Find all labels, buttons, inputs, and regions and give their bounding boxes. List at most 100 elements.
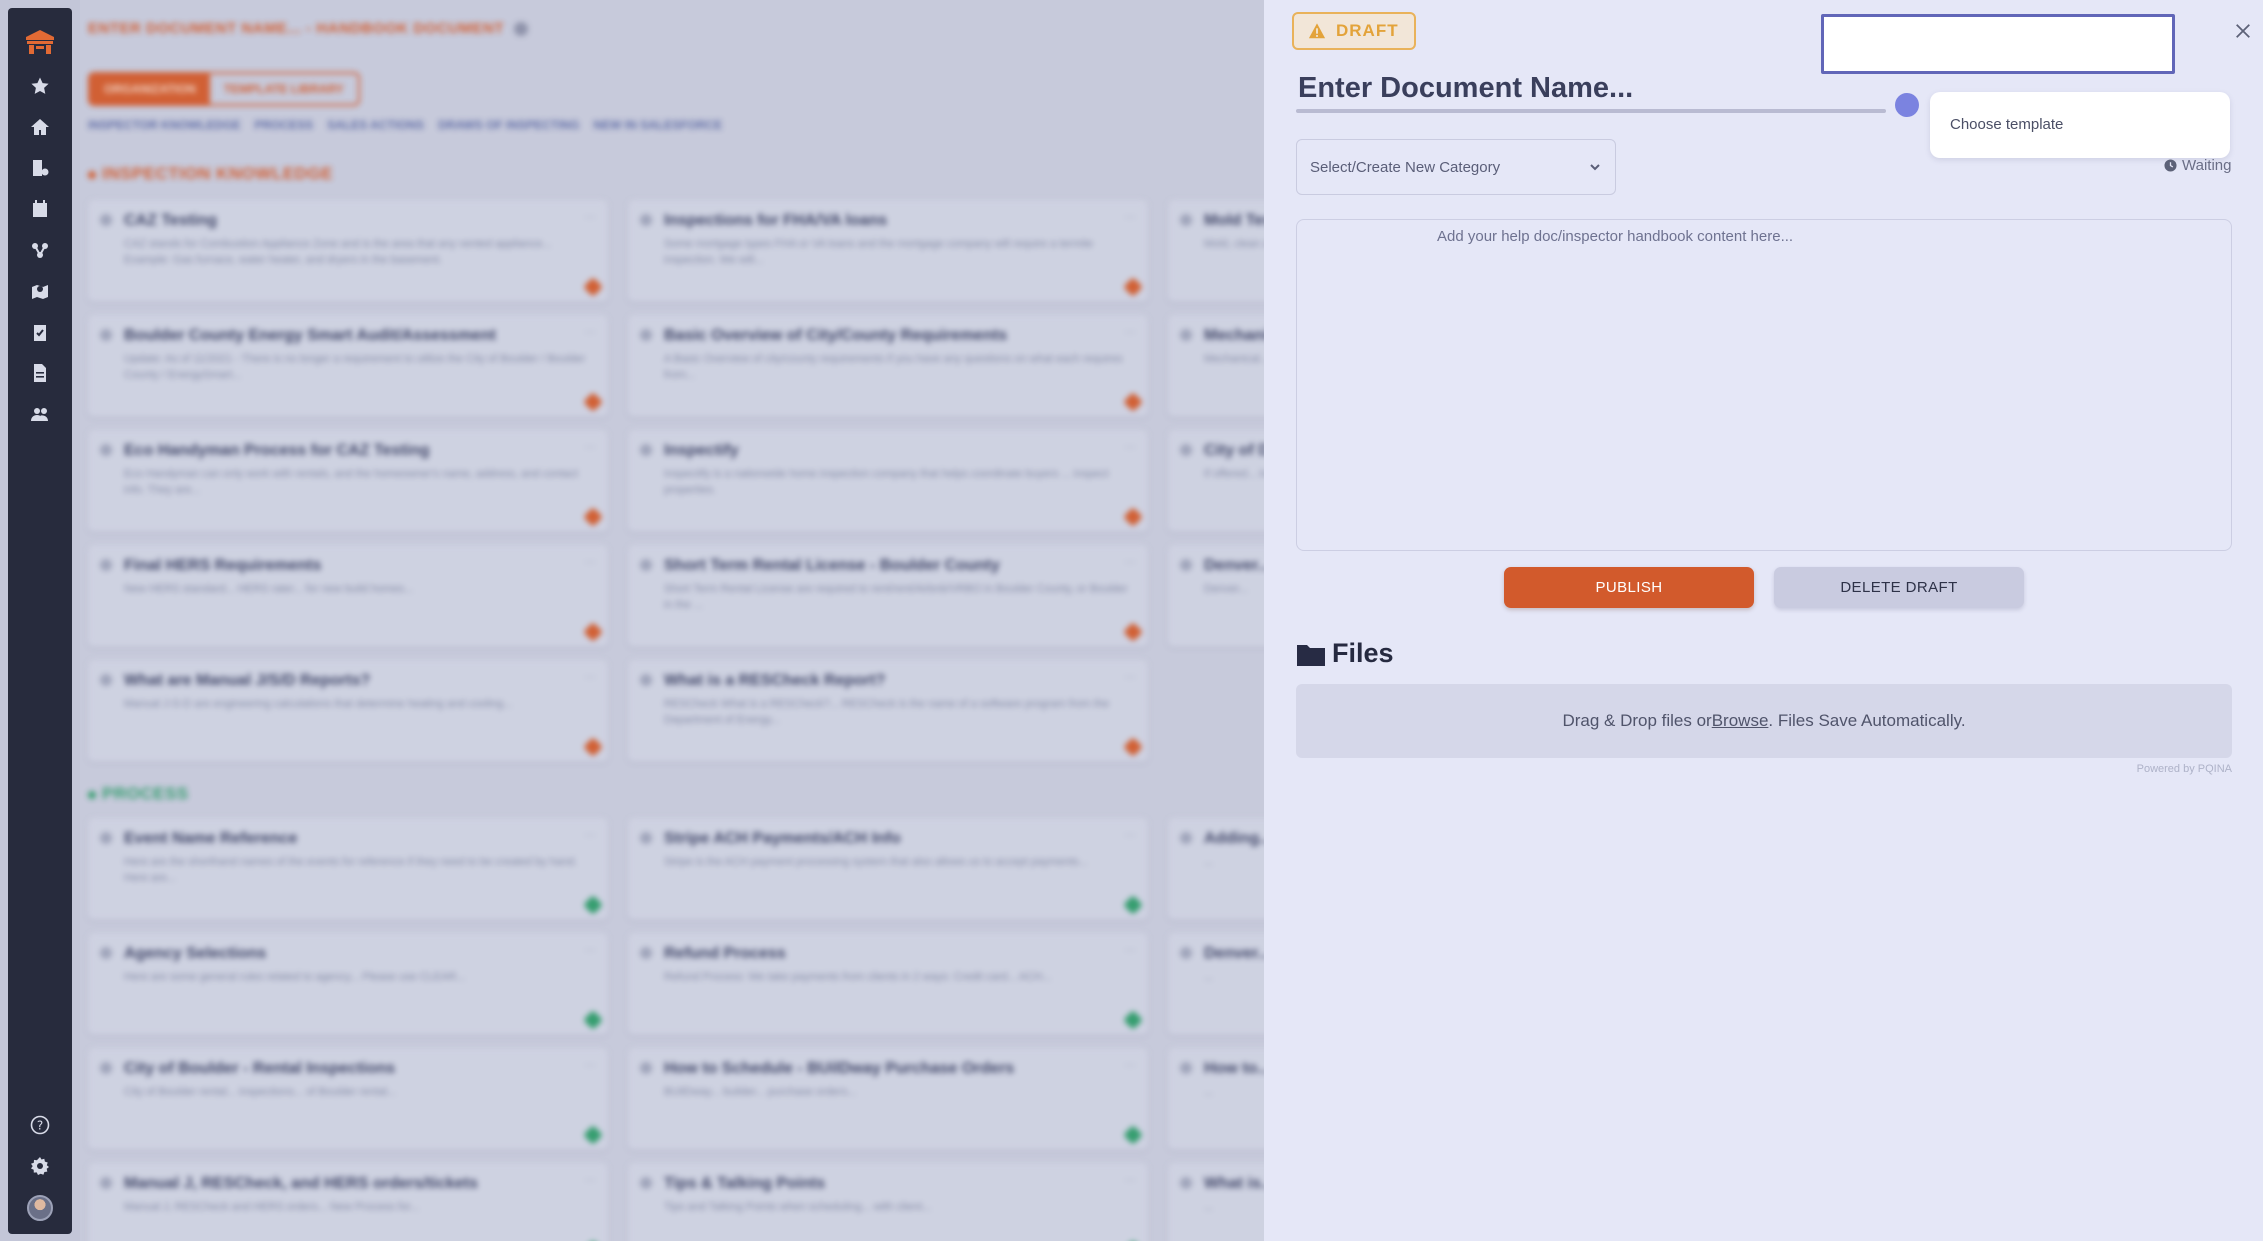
handbook-card: What is... Construction......⋯: [1168, 1163, 1264, 1241]
handbook-card: Inspectify Inspectify is a nationwide hom…: [628, 430, 1148, 532]
template-dropdown-option[interactable]: Choose template: [1930, 92, 2230, 158]
slider-handle[interactable]: [1895, 93, 1919, 117]
card-pin-icon: [1123, 392, 1143, 412]
users-icon[interactable]: [8, 398, 72, 430]
handbook-card: City of Boulder - Rental Inspections City…: [88, 1048, 608, 1150]
handbook-card: What is a RESCheck Report? RESCheck What …: [628, 660, 1148, 762]
card-bullet: [100, 444, 112, 456]
category-select[interactable]: Select/Create New Category: [1296, 139, 1616, 195]
document-name-input[interactable]: Enter Document Name...: [1298, 72, 1898, 105]
files-heading: Files: [1296, 638, 1394, 669]
template-search-field[interactable]: [1824, 17, 2172, 71]
card-bullet: [640, 329, 652, 341]
card-title: What is a RESCheck Report?: [664, 672, 886, 689]
file-dropzone[interactable]: Drag & Drop files or Browse . Files Save…: [1296, 684, 2232, 758]
card-bullet: [1180, 444, 1192, 456]
handbook-card: Adding......⋯: [1168, 818, 1264, 920]
handbook-card: How to......⋯: [1168, 1048, 1264, 1150]
calendar-icon[interactable]: [8, 193, 72, 225]
template-search-input[interactable]: [1821, 14, 2175, 74]
chevron-down-icon: [1590, 164, 1600, 171]
content-editor[interactable]: Add your help doc/inspector handbook con…: [1296, 219, 2232, 551]
handbook-card: Boulder County Energy Smart Audit/Assess…: [88, 315, 608, 417]
handbook-card: Tips & Talking Points Tips and Talking Po…: [628, 1163, 1148, 1241]
status-text: Waiting: [2182, 157, 2232, 174]
clock-icon: [2164, 159, 2177, 172]
gear-icon[interactable]: [8, 1150, 72, 1182]
card-pin-icon: [1123, 277, 1143, 297]
close-icon[interactable]: [2234, 22, 2252, 40]
close-button[interactable]: [2232, 20, 2254, 42]
card-description: Denver...: [1204, 583, 1249, 595]
delete-draft-button[interactable]: DELETE DRAFT: [1774, 567, 2024, 608]
card-bullet: [100, 947, 112, 959]
card-description: Short Term Rental License are required t…: [664, 583, 1128, 611]
card-bullet: [100, 674, 112, 686]
card-pin-icon: [1123, 1125, 1143, 1145]
card-title: Denver...: [1204, 557, 1264, 574]
card-menu-icon: ⋯: [584, 555, 596, 569]
card-title: Eco Handyman Process for CAZ Testing: [124, 442, 430, 459]
card-pin-icon: [1123, 1010, 1143, 1030]
card-title: Agency Selections: [124, 945, 267, 962]
document-name-underline: [1296, 109, 1886, 113]
card-title: Basic Overview of City/County Requiremen…: [664, 327, 1008, 344]
card-description: A Basic Overview of city/county requirem…: [664, 353, 1123, 381]
card-bullet: [1180, 559, 1192, 571]
network-icon[interactable]: [8, 234, 72, 266]
subnav-item: INSPECTOR KNOWLEDGE: [88, 118, 241, 132]
card-menu-icon: ⋯: [584, 943, 596, 957]
building-icon[interactable]: [8, 152, 72, 184]
dropzone-suffix: . Files Save Automatically.: [1768, 711, 1966, 730]
card-bullet: [640, 947, 652, 959]
card-title: How to...: [1204, 1060, 1264, 1077]
card-description: Inspectify is a nationwide home inspecti…: [664, 468, 1109, 496]
card-title: Short Term Rental License - Boulder Coun…: [664, 557, 1000, 574]
info-icon: [514, 22, 528, 37]
map-icon[interactable]: [8, 275, 72, 307]
card-bullet: [640, 674, 652, 686]
editor-placeholder: Add your help doc/inspector handbook con…: [1437, 228, 1794, 245]
background-page-title: ENTER DOCUMENT NAME... - HANDBOOK DOCUME…: [88, 20, 528, 37]
handbook-card: Basic Overview of City/County Requiremen…: [628, 315, 1148, 417]
publish-button[interactable]: PUBLISH: [1504, 567, 1754, 608]
document-icon[interactable]: [8, 357, 72, 389]
card-title: Tips & Talking Points: [664, 1175, 826, 1192]
star-icon[interactable]: [8, 70, 72, 102]
subnav-item: DRAWS OF INSPECTING: [438, 118, 580, 132]
handbook-card: Agency Selections Here are some general r…: [88, 933, 608, 1035]
card-bullet: [100, 214, 112, 226]
background-subnav: INSPECTOR KNOWLEDGE PROCESS SALES ACTION…: [88, 118, 722, 132]
card-bullet: [640, 214, 652, 226]
card-pin-icon: [583, 277, 603, 297]
browse-link[interactable]: Browse: [1712, 711, 1769, 731]
card-title: CAZ Testing: [124, 212, 218, 229]
card-title: City of Boulder - Rental Inspections: [124, 1060, 396, 1077]
card-description: ...: [1204, 1086, 1214, 1098]
toggle-option: TEMPLATE LIBRARY: [223, 82, 344, 96]
card-menu-icon: ⋯: [584, 325, 596, 339]
handbook-card: How to Schedule - BUilDway Purchase Orde…: [628, 1048, 1148, 1150]
card-description: Some mortgage types FHA or VA loans and …: [664, 238, 1094, 266]
save-status: Waiting: [2164, 157, 2231, 174]
card-title: City of Denver Inspections: [1204, 442, 1264, 459]
card-description: ...: [1204, 856, 1214, 868]
help-icon[interactable]: ?: [8, 1109, 72, 1141]
section-heading: INSPECTION KNOWLEDGE: [88, 164, 333, 184]
clipboard-icon[interactable]: [8, 316, 72, 348]
logo-icon[interactable]: [8, 26, 72, 58]
card-description: If offered... inspections.: [1204, 468, 1264, 480]
card-pin-icon: [1123, 622, 1143, 642]
card-description: Eco Handyman can only work with rentals,…: [124, 468, 578, 496]
avatar[interactable]: [8, 1192, 72, 1224]
handbook-card: CAZ Testing CAZ stands for Combustion App…: [88, 200, 608, 302]
handbook-card: Short Term Rental License - Boulder Coun…: [628, 545, 1148, 647]
card-bullet: [640, 559, 652, 571]
card-pin-icon: [583, 1010, 603, 1030]
home-icon[interactable]: [8, 111, 72, 143]
card-description: Mold, clean and...: [1204, 238, 1264, 250]
files-title-text: Files: [1332, 638, 1394, 668]
card-description: CAZ stands for Combustion Appliance Zone…: [124, 238, 552, 266]
handbook-card: Mold TestingMold, clean and...⋯: [1168, 200, 1264, 302]
card-title: Stripe ACH Payments/ACH Info: [664, 830, 901, 847]
